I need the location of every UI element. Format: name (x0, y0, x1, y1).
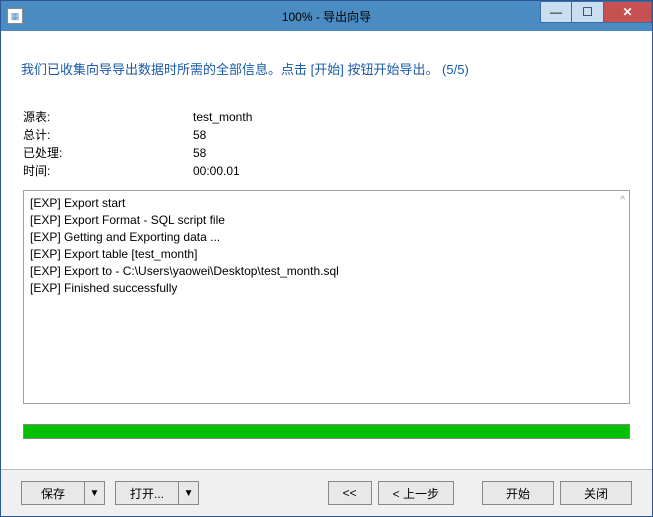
close-button[interactable]: 关闭 (560, 481, 632, 505)
titlebar[interactable]: ▦ 100% - 导出向导 — ☐ ✕ (1, 1, 652, 31)
footer-left-group: 保存 ▼ 打开... ▼ (21, 481, 199, 505)
save-split-button: 保存 ▼ (21, 481, 105, 505)
open-split-button: 打开... ▼ (115, 481, 199, 505)
footer-action-group: 开始 关闭 (482, 481, 632, 505)
chevron-down-icon: ▼ (90, 488, 100, 499)
row-total: 总计: 58 (23, 126, 630, 144)
value-total: 58 (193, 126, 206, 144)
start-button[interactable]: 开始 (482, 481, 554, 505)
log-line: [EXP] Finished successfully (30, 280, 623, 297)
export-wizard-window: ▦ 100% - 导出向导 — ☐ ✕ 我们已收集向导导出数据时所需的全部信息。… (0, 0, 653, 517)
scroll-indicator-icon: ^ (620, 195, 625, 206)
save-dropdown-button[interactable]: ▼ (85, 481, 105, 505)
content-area: 我们已收集向导导出数据时所需的全部信息。点击 [开始] 按钮开始导出。 (5/5… (1, 31, 652, 469)
open-button[interactable]: 打开... (115, 481, 179, 505)
progress-bar-container (23, 424, 630, 439)
footer-bar: 保存 ▼ 打开... ▼ << < 上一步 开始 关闭 (1, 469, 652, 516)
label-processed: 已处理: (23, 144, 193, 162)
row-time: 时间: 00:00.01 (23, 162, 630, 180)
label-source: 源表: (23, 108, 193, 126)
window-title: 100% - 导出向导 (1, 8, 652, 25)
label-total: 总计: (23, 126, 193, 144)
instruction-text: 我们已收集向导导出数据时所需的全部信息。点击 [开始] 按钮开始导出。 (5/5… (1, 31, 652, 86)
footer-nav-group: << < 上一步 (328, 481, 454, 505)
log-line: [EXP] Export start (30, 195, 623, 212)
log-line: [EXP] Export table [test_month] (30, 246, 623, 263)
log-line: [EXP] Getting and Exporting data ... (30, 229, 623, 246)
row-processed: 已处理: 58 (23, 144, 630, 162)
value-time: 00:00.01 (193, 162, 240, 180)
chevron-down-icon: ▼ (184, 488, 194, 499)
save-button[interactable]: 保存 (21, 481, 85, 505)
label-time: 时间: (23, 162, 193, 180)
first-button[interactable]: << (328, 481, 372, 505)
value-source: test_month (193, 108, 252, 126)
row-source: 源表: test_month (23, 108, 630, 126)
prev-button[interactable]: < 上一步 (378, 481, 454, 505)
log-output[interactable]: ^ [EXP] Export start [EXP] Export Format… (23, 190, 630, 404)
open-dropdown-button[interactable]: ▼ (179, 481, 199, 505)
log-line: [EXP] Export to - C:\Users\yaowei\Deskto… (30, 263, 623, 280)
log-line: [EXP] Export Format - SQL script file (30, 212, 623, 229)
value-processed: 58 (193, 144, 206, 162)
progress-bar (23, 424, 630, 439)
details-panel: 源表: test_month 总计: 58 已处理: 58 时间: 00:00.… (1, 86, 652, 184)
